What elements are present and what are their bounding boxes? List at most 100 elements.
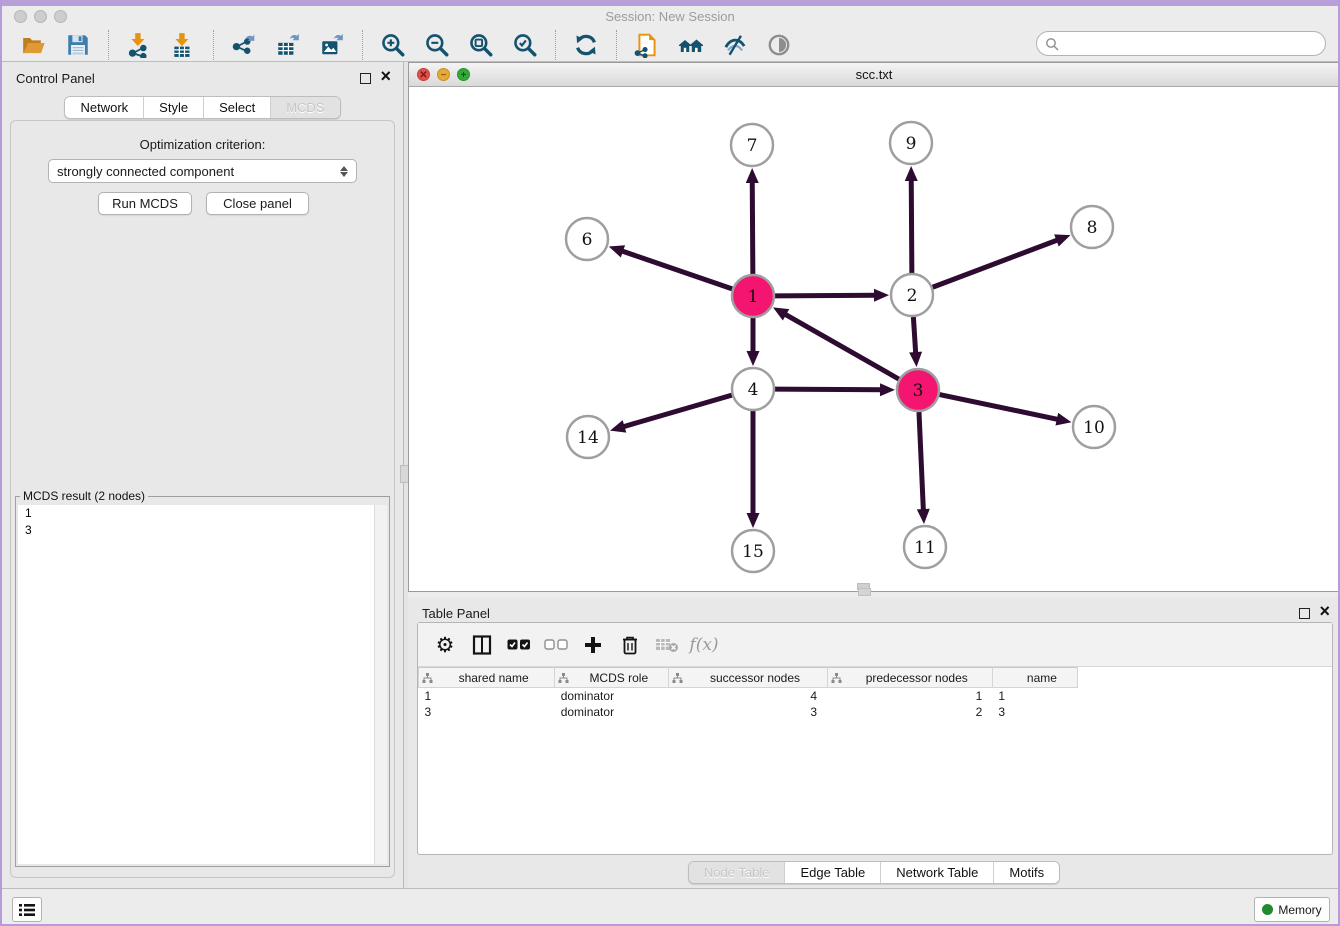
tab-mcds[interactable]: MCDS xyxy=(271,97,339,118)
add-row-icon[interactable] xyxy=(578,631,608,659)
node-label: 2 xyxy=(907,286,918,306)
mcds-result-list[interactable]: 13 xyxy=(18,505,387,864)
network-window-title: scc.txt xyxy=(409,67,1339,82)
search-field[interactable] xyxy=(1036,31,1326,56)
edge-1-6[interactable] xyxy=(609,245,732,289)
open-session-icon[interactable] xyxy=(21,32,47,58)
node-1[interactable]: 1 xyxy=(732,275,774,317)
import-network-icon[interactable] xyxy=(126,32,152,58)
network-graph: 7 9 6 8 1 2 4 3 14 10 15 11 xyxy=(409,87,1339,591)
edge-4-14[interactable] xyxy=(610,395,732,432)
tab-motifs[interactable]: Motifs xyxy=(994,862,1059,883)
node-9[interactable]: 9 xyxy=(890,122,932,164)
edge-2-3[interactable] xyxy=(909,317,922,367)
save-session-icon[interactable] xyxy=(65,32,91,58)
import-table-icon[interactable] xyxy=(170,32,196,58)
table-row[interactable]: 3dominator323 xyxy=(419,704,1078,720)
zoom-in-icon[interactable] xyxy=(380,32,406,58)
select-all-checkboxes-icon[interactable] xyxy=(504,631,534,659)
node-2[interactable]: 2 xyxy=(891,274,933,316)
criterion-dropdown[interactable]: strongly connected component xyxy=(48,159,357,183)
toolbar-separator xyxy=(555,30,556,60)
tab-network[interactable]: Network xyxy=(65,97,144,118)
zoom-selected-icon[interactable] xyxy=(512,32,538,58)
memory-label: Memory xyxy=(1278,903,1321,917)
delete-row-icon[interactable] xyxy=(615,631,645,659)
tab-network-table[interactable]: Network Table xyxy=(881,862,994,883)
tab-select[interactable]: Select xyxy=(204,97,271,118)
task-history-button[interactable] xyxy=(12,897,42,922)
edge-3-1[interactable] xyxy=(773,307,899,379)
node-7[interactable]: 7 xyxy=(731,124,773,166)
tab-style[interactable]: Style xyxy=(144,97,204,118)
zoom-out-icon[interactable] xyxy=(424,32,450,58)
node-table-body: 1dominator4113dominator323 xyxy=(419,688,1078,720)
node-8[interactable]: 8 xyxy=(1071,206,1113,248)
network-canvas[interactable]: 7 9 6 8 1 2 4 3 14 10 15 11 xyxy=(409,87,1339,591)
toolbar-separator xyxy=(616,30,617,60)
edge-3-10[interactable] xyxy=(940,395,1072,426)
homes-icon[interactable] xyxy=(678,32,704,58)
node-4[interactable]: 4 xyxy=(732,368,774,410)
splitter-grip[interactable] xyxy=(858,588,871,596)
column-header-shared-name[interactable]: shared name xyxy=(419,668,555,688)
deselect-all-checkboxes-icon[interactable] xyxy=(541,631,571,659)
edge-1-4[interactable] xyxy=(747,318,760,366)
memory-status-icon xyxy=(1262,904,1273,915)
mcds-result-items: 13 xyxy=(18,505,387,539)
column-header-successor-nodes[interactable]: successor nodes xyxy=(669,668,827,688)
run-mcds-button[interactable]: Run MCDS xyxy=(98,192,192,215)
zoom-fit-icon[interactable] xyxy=(468,32,494,58)
edge-2-8[interactable] xyxy=(933,234,1071,287)
memory-button[interactable]: Memory xyxy=(1254,897,1330,922)
float-panel-icon[interactable] xyxy=(360,73,371,84)
export-image-icon[interactable] xyxy=(319,32,345,58)
toggle-visibility-icon[interactable] xyxy=(722,32,748,58)
close-panel-icon[interactable]: × xyxy=(1319,600,1330,622)
close-panel-button[interactable]: Close panel xyxy=(206,192,309,215)
node-6[interactable]: 6 xyxy=(566,218,608,260)
node-10[interactable]: 10 xyxy=(1073,406,1115,448)
mcds-result-legend: MCDS result (2 nodes) xyxy=(20,489,148,503)
edge-3-11[interactable] xyxy=(917,412,930,524)
control-panel: Control Panel × Network Style Select MCD… xyxy=(2,62,403,888)
node-14[interactable]: 14 xyxy=(567,416,609,458)
table-row[interactable]: 1dominator411 xyxy=(419,688,1078,704)
search-icon xyxy=(1045,37,1059,51)
eye-icon[interactable] xyxy=(766,32,792,58)
edge-1-7[interactable] xyxy=(746,168,759,274)
node-11[interactable]: 11 xyxy=(904,526,946,568)
clone-network-icon[interactable] xyxy=(634,32,660,58)
function-builder-icon[interactable]: f(x) xyxy=(689,631,719,659)
export-network-icon[interactable] xyxy=(231,32,257,58)
table-panel-tabs: Node Table Edge Table Network Table Moti… xyxy=(688,861,1060,884)
node-label: 14 xyxy=(577,428,599,448)
edge-4-3[interactable] xyxy=(775,383,895,396)
node-table-container: ⚙ f(x) xyxy=(417,622,1333,855)
table-toolbar: ⚙ f(x) xyxy=(418,623,1332,667)
node-3[interactable]: 3 xyxy=(897,369,939,411)
node-label: 3 xyxy=(913,381,924,401)
column-header-mcds-role[interactable]: MCDS role xyxy=(555,668,669,688)
close-panel-icon[interactable]: × xyxy=(380,65,391,87)
tab-edge-table[interactable]: Edge Table xyxy=(785,862,881,883)
tab-node-table[interactable]: Node Table xyxy=(689,862,786,883)
settings-gear-icon[interactable]: ⚙ xyxy=(430,631,460,659)
column-type-icon xyxy=(831,673,842,684)
delete-table-icon[interactable] xyxy=(652,631,682,659)
column-header-name[interactable]: name xyxy=(992,668,1077,688)
export-table-icon[interactable] xyxy=(275,32,301,58)
search-input[interactable] xyxy=(1059,36,1325,51)
edge-4-15[interactable] xyxy=(747,411,760,528)
edge-2-9[interactable] xyxy=(905,166,918,273)
node-15[interactable]: 15 xyxy=(732,530,774,572)
result-scrollbar[interactable] xyxy=(374,505,387,864)
table-panel-title: Table Panel xyxy=(422,606,490,621)
edge-1-2[interactable] xyxy=(775,289,889,302)
column-header-predecessor-nodes[interactable]: predecessor nodes xyxy=(827,668,992,688)
show-column-icon[interactable] xyxy=(467,631,497,659)
network-window-titlebar[interactable]: ✕ − + scc.txt xyxy=(409,63,1339,87)
apply-layout-icon[interactable] xyxy=(573,32,599,58)
float-panel-icon[interactable] xyxy=(1299,608,1310,619)
toolbar-separator xyxy=(213,30,214,60)
